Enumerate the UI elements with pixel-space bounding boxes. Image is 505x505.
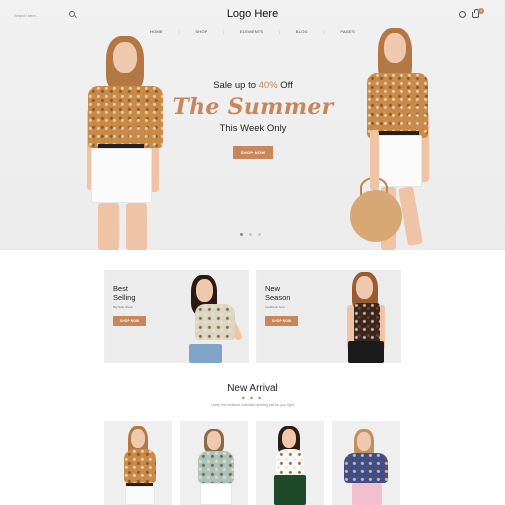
nav-elements[interactable]: ELEMENTS bbox=[240, 29, 263, 34]
top-bar: Logo Here 0 bbox=[0, 0, 505, 28]
new-arrival-subtitle: Hurry, the freshest collection arriving … bbox=[211, 403, 294, 407]
hero-sale-line: Sale up to 40% Off bbox=[168, 80, 338, 91]
product-card[interactable] bbox=[332, 421, 400, 505]
sale-percent: 40% bbox=[258, 80, 278, 91]
banner-title-line: Season bbox=[265, 293, 291, 302]
banner-subtitle: Lookbook Now bbox=[265, 305, 285, 309]
banner-subtitle: Big Sale Week bbox=[113, 305, 133, 309]
product-card[interactable] bbox=[180, 421, 248, 505]
hero-text: Sale up to 40% Off The Summer This Week … bbox=[168, 80, 338, 159]
nav-pages[interactable]: PAGES bbox=[340, 29, 355, 34]
hero-section: Logo Here 0 HOME | SHOP | ELEMENTS | BLO… bbox=[0, 0, 505, 250]
user-icon[interactable] bbox=[459, 11, 466, 18]
sale-prefix: Sale up to bbox=[213, 80, 259, 91]
cart-count-badge: 0 bbox=[478, 8, 484, 14]
banner-title-line: New bbox=[265, 284, 281, 293]
banner-title: Best Selling bbox=[113, 284, 136, 302]
slider-dot[interactable] bbox=[249, 233, 252, 236]
banner-new-season[interactable]: New Season Lookbook Now SHOP NOW bbox=[256, 270, 401, 363]
slider-dot[interactable] bbox=[258, 233, 261, 236]
slider-dot[interactable] bbox=[240, 233, 243, 236]
product-card[interactable] bbox=[256, 421, 324, 505]
logo[interactable]: Logo Here bbox=[0, 8, 505, 20]
page: Logo Here 0 HOME | SHOP | ELEMENTS | BLO… bbox=[0, 0, 505, 505]
hero-subline: This Week Only bbox=[219, 123, 287, 134]
nav-home[interactable]: HOME bbox=[150, 29, 163, 34]
main-nav: HOME | SHOP | ELEMENTS | BLOG | PAGES bbox=[150, 29, 355, 34]
banner-title: New Season bbox=[265, 284, 290, 302]
hero-headline: The Summer bbox=[172, 94, 334, 120]
nav-blog[interactable]: BLOG bbox=[296, 29, 308, 34]
handbag-image bbox=[350, 190, 402, 242]
banner-title-line: Selling bbox=[113, 293, 136, 302]
sale-suffix: Off bbox=[277, 80, 293, 91]
hero-shop-now-button[interactable]: SHOP NOW bbox=[232, 146, 274, 159]
nav-shop[interactable]: SHOP bbox=[195, 29, 207, 34]
new-arrival-title: New Arrival bbox=[227, 383, 278, 394]
banner-shop-now-button[interactable]: SHOP NOW bbox=[265, 316, 299, 326]
slider-dots bbox=[240, 233, 261, 236]
section-divider-icon: ◆ ◆ ◆ bbox=[241, 395, 264, 400]
nav-separator: | bbox=[223, 29, 225, 34]
nav-separator: | bbox=[323, 29, 325, 34]
product-card[interactable] bbox=[104, 421, 172, 505]
banner-shop-now-button[interactable]: SHOP NOW bbox=[113, 316, 147, 326]
nav-separator: | bbox=[178, 29, 180, 34]
banner-best-selling[interactable]: Best Selling Big Sale Week SHOP NOW bbox=[104, 270, 249, 363]
banner-title-line: Best bbox=[113, 284, 129, 293]
nav-separator: | bbox=[278, 29, 281, 34]
